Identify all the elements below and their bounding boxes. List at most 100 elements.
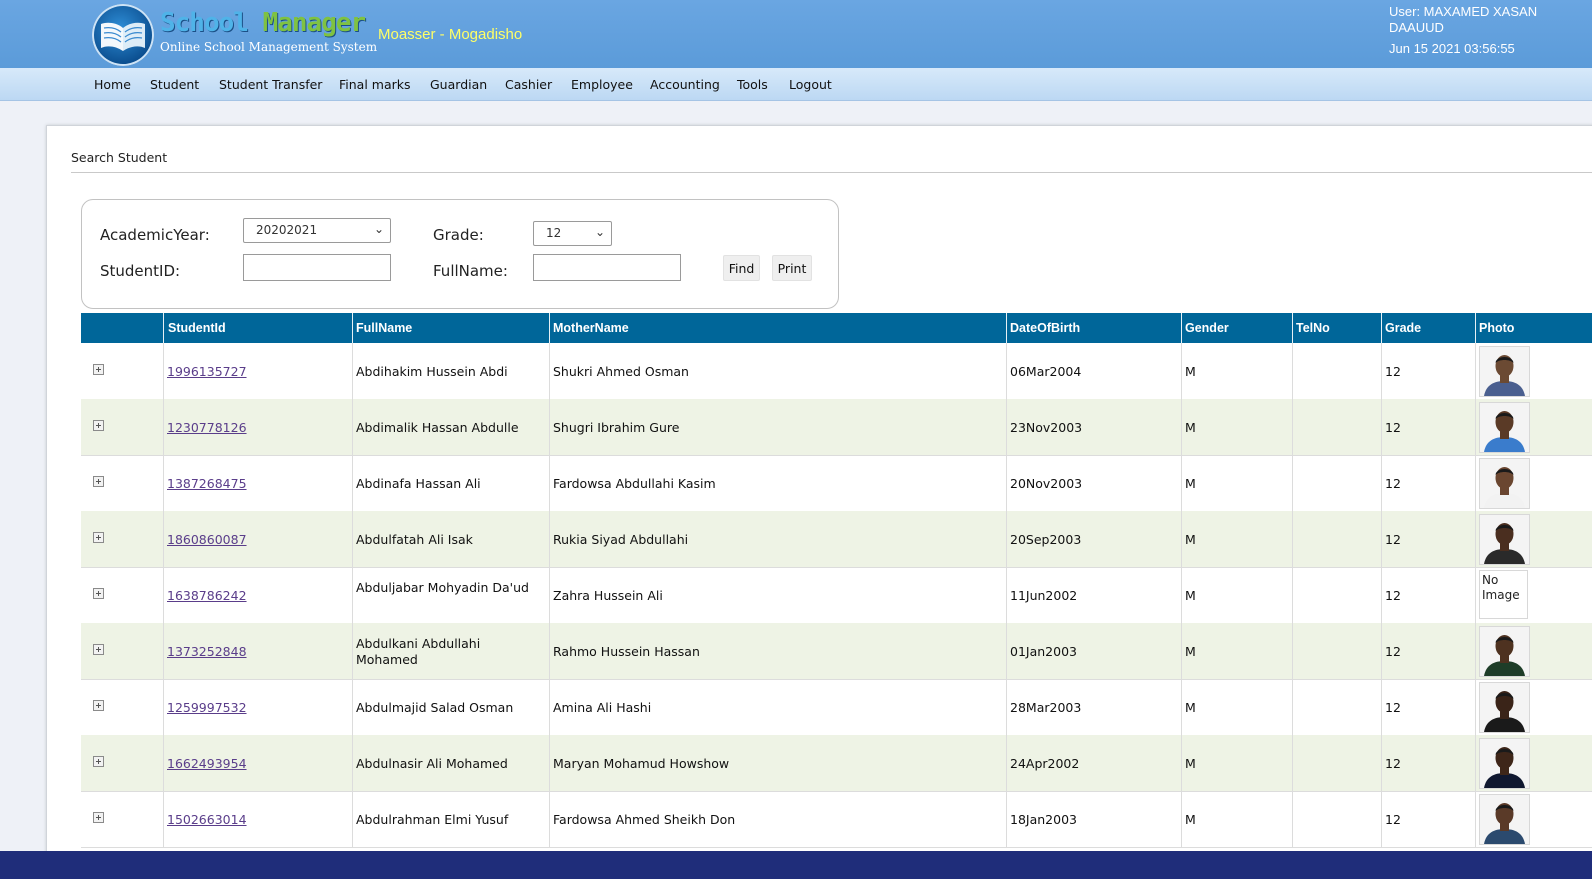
student-id-label: StudentID: [100,262,181,280]
table-row: 1502663014 Abdulrahman Elmi Yusuf Fardowsa… [81,791,1592,848]
print-button[interactable]: Print [772,255,812,281]
header-mothername[interactable]: MotherName [553,321,629,335]
fullname-cell: Abdimalik Hassan Abdulle [356,420,519,435]
nav-cashier[interactable]: Cashier [505,77,552,92]
expand-row-icon[interactable] [93,644,104,655]
nav-student-transfer[interactable]: Student Transfer [219,77,322,92]
fullname-cell: Abdihakim Hussein Abdi [356,364,508,379]
student-id-link[interactable]: 1638786242 [167,588,247,603]
gender-cell: M [1185,532,1196,547]
nav-guardian[interactable]: Guardian [430,77,487,92]
dob-cell: 28Mar2003 [1010,700,1082,715]
expand-row-icon[interactable] [93,476,104,487]
student-id-link[interactable]: 1860860087 [167,532,247,547]
brand-tagline: Online School Management System [160,40,378,54]
gender-cell: M [1185,364,1196,379]
cell-divider [549,735,550,791]
grade-cell: 12 [1385,420,1401,435]
student-id-link[interactable]: 1373252848 [167,644,247,659]
gender-cell: M [1185,700,1196,715]
student-id-link[interactable]: 1387268475 [167,476,247,491]
mothername-cell: Fardowsa Ahmed Sheikh Don [553,812,736,827]
dob-cell: 18Jan2003 [1010,812,1077,827]
cell-divider [1006,735,1007,791]
expand-row-icon[interactable] [93,588,104,599]
cell-divider [163,511,164,567]
cell-divider [352,679,353,735]
gender-cell: M [1185,476,1196,491]
cell-divider [1292,735,1293,791]
content-panel: Search Student AcademicYear: 20202021 ⌄ … [46,125,1592,867]
header-telno[interactable]: TelNo [1296,321,1330,335]
student-id-link[interactable]: 1996135727 [167,364,247,379]
academic-year-select[interactable]: 20202021 ⌄ [243,218,391,243]
cell-divider [549,567,550,623]
cell-divider [163,567,164,623]
expand-row-icon[interactable] [93,420,104,431]
nav-final-marks[interactable]: Final marks [339,77,411,92]
cell-divider [1475,679,1476,735]
cell-divider [1181,455,1182,511]
student-id-link[interactable]: 1502663014 [167,812,247,827]
table-row: 1662493954 Abdulnasir Ali Mohamed Maryan M… [81,735,1592,792]
grade-select[interactable]: 12 ⌄ [533,221,612,246]
grade-value: 12 [546,226,562,240]
expand-row-icon[interactable] [93,756,104,767]
cell-divider [1006,791,1007,847]
grade-cell: 12 [1385,588,1401,603]
expand-row-icon[interactable] [93,700,104,711]
logo-book-icon [92,4,154,66]
grade-cell: 12 [1385,812,1401,827]
student-id-link[interactable]: 1662493954 [167,756,247,771]
chevron-down-icon: ⌄ [594,225,605,239]
cell-divider [163,399,164,455]
cell-divider [1006,567,1007,623]
header-fullname[interactable]: FullName [356,321,412,335]
brand-word-2: Manager [262,8,367,38]
nav-tools[interactable]: Tools [737,77,768,92]
student-id-link[interactable]: 1259997532 [167,700,247,715]
footer-bar [0,851,1592,879]
table-row: 1860860087 Abdulfatah Ali Isak Rukia Siyad… [81,511,1592,568]
student-photo [1479,514,1530,565]
nav-employee[interactable]: Employee [571,77,633,92]
student-id-input[interactable] [243,254,391,281]
mothername-cell: Fardowsa Abdullahi Kasim [553,476,716,491]
header-grade[interactable]: Grade [1385,321,1421,335]
expand-row-icon[interactable] [93,812,104,823]
student-id-link[interactable]: 1230778126 [167,420,247,435]
expand-row-icon[interactable] [93,364,104,375]
cell-divider [1381,399,1382,455]
gender-cell: M [1185,420,1196,435]
cell-divider [1475,343,1476,399]
cell-divider [1381,679,1382,735]
find-button[interactable]: Find [723,255,760,281]
academic-year-label: AcademicYear: [100,226,210,244]
cell-divider [1181,735,1182,791]
cell-divider [1475,735,1476,791]
header-dateofbirth[interactable]: DateOfBirth [1010,321,1080,335]
grade-cell: 12 [1385,476,1401,491]
nav-home[interactable]: Home [94,77,131,92]
fullname-cell: Abdulrahman Elmi Yusuf [356,812,509,827]
cell-divider [549,511,550,567]
cell-divider [163,455,164,511]
student-photo [1479,738,1530,789]
fullname-input[interactable] [533,254,681,281]
cell-divider [1475,399,1476,455]
mothername-cell: Rukia Siyad Abdullahi [553,532,689,547]
nav-student[interactable]: Student [150,77,199,92]
cell-divider [1006,343,1007,399]
nav-logout[interactable]: Logout [789,77,832,92]
header-studentid[interactable]: StudentId [168,321,226,335]
nav-accounting[interactable]: Accounting [650,77,720,92]
mothername-cell: Shukri Ahmed Osman [553,364,689,379]
expand-row-icon[interactable] [93,532,104,543]
header-gender[interactable]: Gender [1185,321,1229,335]
grade-label: Grade: [433,226,484,244]
dob-cell: 01Jan2003 [1010,644,1077,659]
cell-divider [549,623,550,679]
cell-divider [1381,511,1382,567]
cell-divider [1181,567,1182,623]
table-row: 1387268475 Abdinafa Hassan Ali Fardowsa Ab… [81,455,1592,512]
